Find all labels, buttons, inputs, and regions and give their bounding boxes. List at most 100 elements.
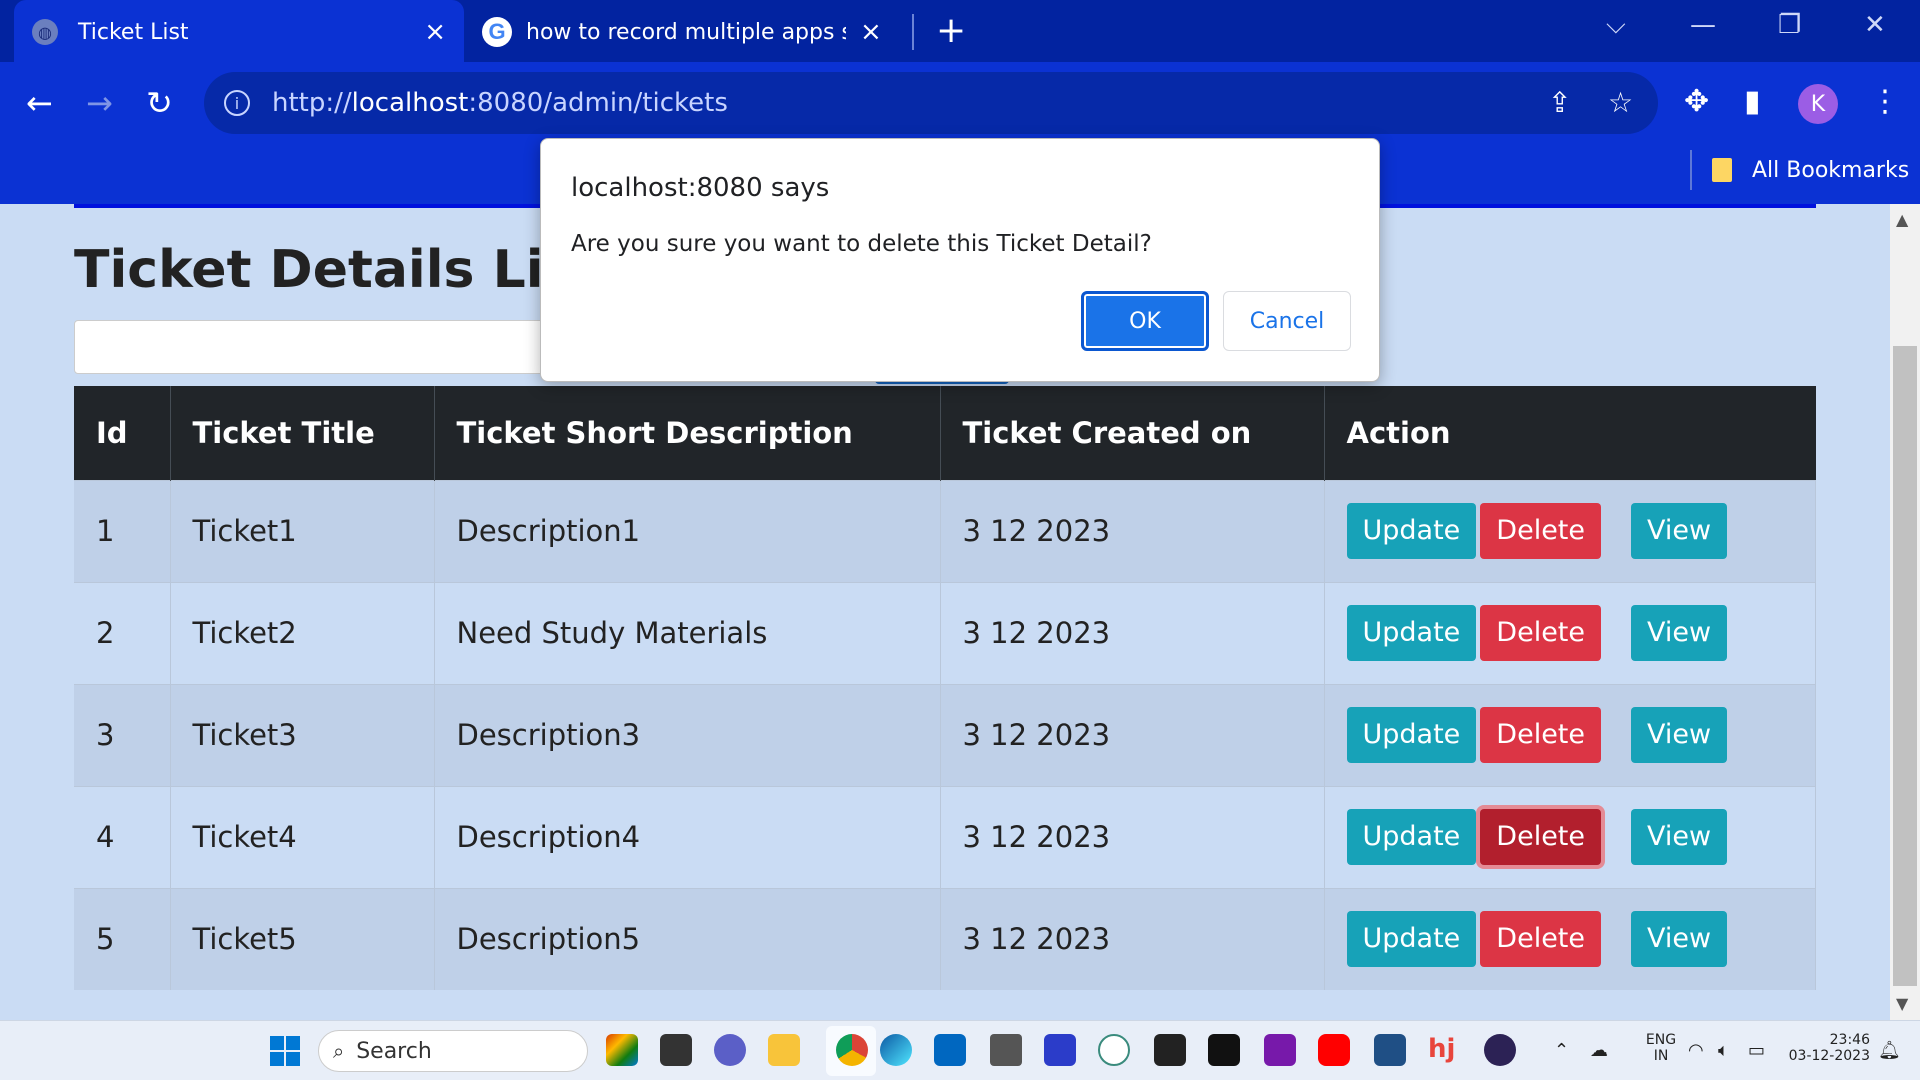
unity-icon[interactable] [990,1034,1022,1066]
clock[interactable]: 23:46 03-12-2023 [1780,1032,1870,1064]
reload-icon[interactable]: ↻ [146,84,173,122]
cell-title: Ticket4 [170,785,435,888]
taskbar-search[interactable]: ⌕ Search [318,1030,588,1072]
column-header-title: Ticket Title [170,386,435,480]
update-button[interactable]: Update [1346,707,1477,763]
cell-actions: Update Delete View [1324,887,1816,990]
window-close-icon[interactable]: ✕ [1864,10,1886,40]
close-tab-icon[interactable]: × [860,17,882,47]
cancel-button[interactable]: Cancel [1223,291,1351,351]
file-explorer-icon[interactable] [768,1034,800,1066]
workspace-app-icon[interactable] [1044,1034,1076,1066]
view-button[interactable]: View [1631,707,1728,763]
delete-button[interactable]: Delete [1480,503,1602,559]
url-path: :8080/admin/tickets [468,88,728,118]
cell-description: Need Study Materials [434,581,941,684]
update-button[interactable]: Update [1346,503,1477,559]
delete-button-focused[interactable]: Delete [1480,809,1602,865]
bookmark-star-icon[interactable]: ☆ [1608,86,1633,119]
clock-time: 23:46 [1829,1032,1870,1048]
cell-id: 5 [74,887,171,990]
more-menu-icon[interactable]: ⋮ [1870,84,1900,119]
address-bar[interactable]: i http://localhost:8080/admin/tickets [204,72,1658,134]
remote-app-icon[interactable] [1374,1034,1406,1066]
search-icon: ⌕ [333,1039,345,1063]
volume-icon[interactable]: 🔈︎ [1718,1040,1729,1061]
store-icon[interactable] [934,1034,966,1066]
tab-google-search[interactable]: G how to record multiple apps scre × [482,8,902,56]
cell-description: Description3 [434,683,941,786]
cell-id: 4 [74,785,171,888]
cell-id: 3 [74,683,171,786]
cell-actions: Update Delete View [1324,479,1816,582]
restore-icon[interactable]: ❐ [1778,10,1801,40]
scroll-up-arrow-icon[interactable]: ▲ [1896,210,1908,229]
language-indicator[interactable]: ENG IN [1636,1032,1686,1064]
delete-button[interactable]: Delete [1480,605,1602,661]
battery-icon[interactable]: ▭ [1748,1040,1765,1061]
side-panel-icon[interactable]: ▮ [1744,84,1761,119]
delete-button[interactable]: Delete [1480,707,1602,763]
forward-arrow-icon[interactable]: → [86,84,113,122]
site-info-icon[interactable]: i [224,90,250,116]
page-scrollbar-thumb[interactable] [1893,346,1917,986]
cell-created: 3 12 2023 [940,581,1325,684]
view-button[interactable]: View [1631,809,1728,865]
confirm-dialog: localhost:8080 says Are you sure you wan… [540,138,1380,382]
tray-chevron-up-icon[interactable]: ⌃ [1554,1040,1569,1061]
column-header-id: Id [74,386,171,480]
notification-bell-icon[interactable]: 🔔︎ [1878,1040,1901,1061]
view-button[interactable]: View [1631,911,1728,968]
dialog-message: Are you sure you want to delete this Tic… [571,231,1152,257]
table-row: 4 Ticket4 Description4 3 12 2023 Update D… [74,785,1816,888]
chatgpt-icon[interactable] [1098,1034,1130,1066]
folder-icon [1712,158,1732,182]
delete-button[interactable]: Delete [1480,911,1602,968]
column-header-action: Action [1324,386,1816,480]
all-bookmarks[interactable]: All Bookmarks [1690,150,1909,190]
table-header-row: Id Ticket Title Ticket Short Description… [74,386,1816,480]
close-tab-icon[interactable]: × [424,17,446,47]
view-button[interactable]: View [1631,605,1728,661]
tab-ticket-list[interactable]: ◍ Ticket List × [14,0,464,64]
edge-icon[interactable] [880,1034,912,1066]
update-button[interactable]: Update [1346,911,1477,968]
terminal-icon[interactable] [1208,1034,1240,1066]
cell-created: 3 12 2023 [940,887,1325,990]
table-row: 3 Ticket3 Description3 3 12 2023 Update D… [74,683,1816,786]
copilot-icon[interactable] [606,1034,638,1066]
onedrive-cloud-icon[interactable]: ☁ [1590,1040,1608,1061]
task-view-icon[interactable] [660,1034,692,1066]
table-row: 1 Ticket1 Description1 3 12 2023 Update D… [74,479,1816,582]
hotjar-icon[interactable]: hj [1428,1034,1460,1066]
sticky-notes-icon[interactable] [1154,1034,1186,1066]
profile-avatar[interactable]: K [1798,84,1838,124]
onenote-icon[interactable] [1264,1034,1296,1066]
cell-actions: Update Delete View [1324,683,1816,786]
ok-button[interactable]: OK [1081,291,1209,351]
language-top: ENG [1645,1032,1677,1048]
cell-created: 3 12 2023 [940,785,1325,888]
teams-chat-icon[interactable] [714,1034,746,1066]
new-tab-icon[interactable]: + [936,10,966,51]
scroll-down-arrow-icon[interactable]: ▼ [1896,994,1908,1013]
cell-title: Ticket5 [170,887,435,990]
view-button[interactable]: View [1631,503,1728,559]
windows-start-icon[interactable] [270,1036,300,1066]
tab-search-chevron-icon[interactable]: ⌵ [1606,10,1626,41]
cell-title: Ticket3 [170,683,435,786]
update-button[interactable]: Update [1346,605,1477,661]
wifi-icon[interactable]: ◠ [1688,1040,1704,1061]
extensions-puzzle-icon[interactable]: ✥ [1684,84,1709,119]
back-arrow-icon[interactable]: ← [26,84,53,122]
eclipse-icon[interactable] [1484,1034,1516,1066]
minimize-icon[interactable]: — [1690,10,1716,40]
url-protocol: http:// [272,88,352,118]
cell-description: Description4 [434,785,941,888]
clock-date: 03-12-2023 [1788,1048,1870,1064]
youtube-icon[interactable] [1318,1034,1350,1066]
globe-icon: ◍ [32,19,58,45]
chrome-icon[interactable] [836,1034,868,1066]
update-button[interactable]: Update [1346,809,1477,865]
share-icon[interactable]: ⇪ [1548,86,1571,119]
